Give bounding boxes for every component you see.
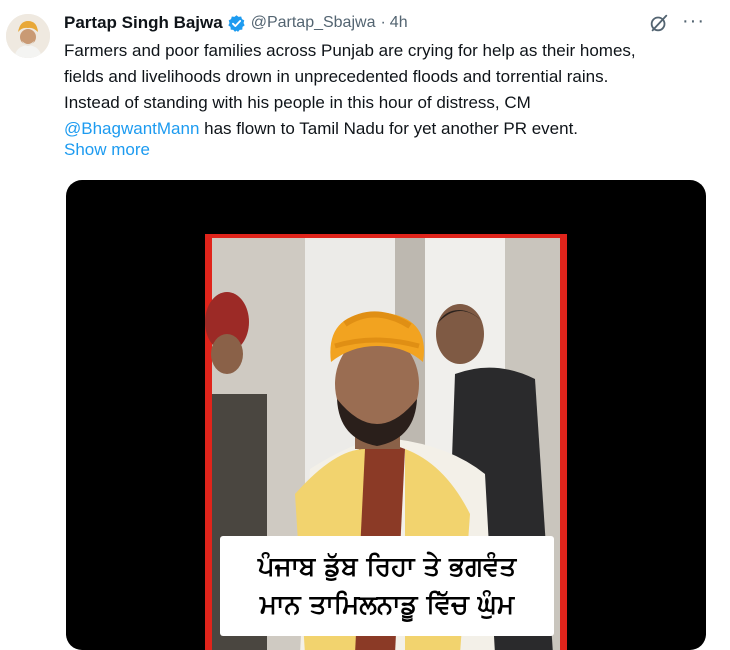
tweet[interactable]: Partap Singh Bajwa @Partap_Sbajwa · 4h ·… [0,0,730,650]
author-name[interactable]: Partap Singh Bajwa [64,13,223,33]
caption-line: ਪੰਜਾਬ ਡੁੱਬ ਰਿਹਾ ਤੇ ਭਗਵੰਤ [257,552,517,582]
tweet-line: Instead of standing with his people in t… [64,93,531,112]
verified-badge-icon [228,14,245,32]
tweet-text: Farmers and poor families across Punjab … [64,38,724,142]
timestamp[interactable]: 4h [390,14,408,32]
caption-line: ਮਾਨ ਤਾਮਿਲਨਾਡੂ ਵਿੱਚ ਘੁੰਮ [259,590,515,620]
grok-icon[interactable] [648,12,670,34]
tweet-line: fields and livelihoods drown in unpreced… [64,67,609,86]
tweet-header: Partap Singh Bajwa @Partap_Sbajwa · 4h [64,11,408,35]
more-options-icon[interactable]: ··· [682,10,705,32]
author-handle[interactable]: @Partap_Sbajwa [251,14,376,32]
video-caption: ਪੰਜਾਬ ਡੁੱਬ ਰਿਹਾ ਤੇ ਭਗਵੰਤ ਮਾਨ ਤਾਮਿਲਨਾਡੂ ਵ… [220,536,554,636]
mention-link[interactable]: @BhagwantMann [64,119,199,138]
tweet-line: @BhagwantMann has flown to Tamil Nadu fo… [64,116,724,142]
video-media[interactable]: ਪੰਜਾਬ ਡੁੱਬ ਰਿਹਾ ਤੇ ਭਗਵੰਤ ਮਾਨ ਤਾਮਿਲਨਾਡੂ ਵ… [66,180,706,650]
tweet-line-rest: has flown to Tamil Nadu for yet another … [199,119,579,138]
tweet-line: Farmers and poor families across Punjab … [64,41,636,60]
show-more-link[interactable]: Show more [64,138,150,162]
avatar[interactable] [6,14,50,58]
separator-dot: · [380,14,386,31]
